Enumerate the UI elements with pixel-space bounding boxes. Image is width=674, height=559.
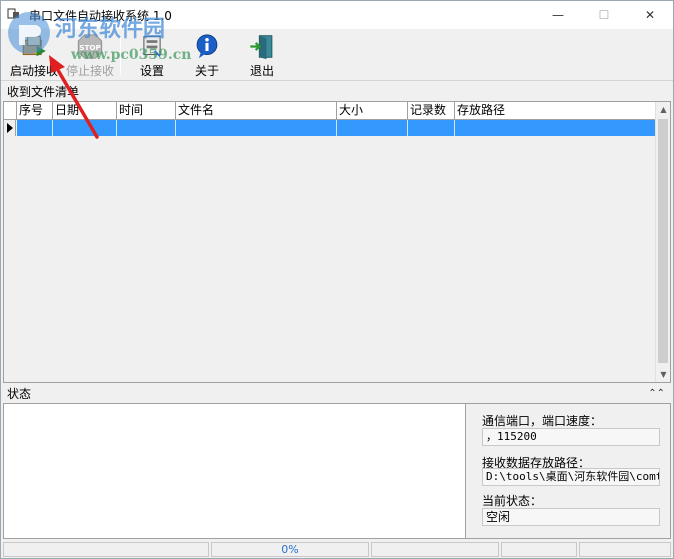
table-cell[interactable] xyxy=(53,120,117,136)
svg-text:STOP: STOP xyxy=(79,43,100,52)
state-label: 当前状态： xyxy=(482,494,543,508)
file-list-title: 收到文件清单 xyxy=(3,83,671,101)
stop-receive-label: 停止接收 xyxy=(65,64,114,78)
progress-pane: 0% xyxy=(211,542,369,557)
table-cell[interactable] xyxy=(17,120,53,136)
status-panel: 通信端口，端口速度： ，115200 接收数据存放路径： D:\tools\桌面… xyxy=(3,403,671,539)
close-button[interactable]: ✕ xyxy=(627,1,673,29)
column-header[interactable]: 日期 xyxy=(53,102,117,120)
status-pane xyxy=(371,542,499,557)
start-receive-label: 启动接收 xyxy=(9,64,58,78)
info-icon xyxy=(196,34,218,59)
exit-icon xyxy=(250,35,273,60)
column-header[interactable]: 序号 xyxy=(17,102,53,120)
column-header[interactable]: 存放路径 xyxy=(455,102,656,120)
status-pane xyxy=(501,542,577,557)
column-header[interactable]: 时间 xyxy=(117,102,176,120)
double-chevron-up-icon[interactable]: ⌃⌃ xyxy=(648,388,665,399)
status-pane xyxy=(579,542,671,557)
maximize-button[interactable]: ☐ xyxy=(581,1,627,29)
vertical-scrollbar[interactable]: ▲ ▼ xyxy=(655,102,670,382)
state-value: 空闲 xyxy=(482,508,660,526)
table-cell[interactable] xyxy=(117,120,176,136)
app-icon xyxy=(7,8,19,19)
close-icon: ✕ xyxy=(644,8,656,22)
start-receive-icon xyxy=(22,36,46,57)
exit-label: 退出 xyxy=(249,64,274,78)
stop-icon: STOP xyxy=(77,34,103,59)
port-value: ，115200 xyxy=(482,428,660,446)
start-receive-button[interactable]: 启动接收 xyxy=(5,31,63,79)
table-cell[interactable] xyxy=(455,120,656,136)
scroll-thumb[interactable] xyxy=(658,119,668,363)
toolbar: 启动接收 STOP 停止接收 设置 关于 退出 xyxy=(1,29,673,81)
scroll-up-icon[interactable]: ▲ xyxy=(656,102,671,117)
settings-icon xyxy=(143,36,161,58)
exit-button[interactable]: 退出 xyxy=(241,31,283,79)
row-indicator xyxy=(4,120,16,136)
settings-label: 设置 xyxy=(139,64,164,78)
status-bar: 0% xyxy=(1,541,673,558)
title-bar[interactable]: 串口文件自动接收系统 1.0 — ☐ ✕ xyxy=(1,1,673,29)
status-title: 状态 xyxy=(3,385,671,403)
about-label: 关于 xyxy=(194,64,219,78)
minimize-icon: — xyxy=(552,8,564,22)
settings-button[interactable]: 设置 xyxy=(131,31,173,79)
minimize-button[interactable]: — xyxy=(535,1,581,29)
file-list-grid[interactable]: 序号 日期 时间 文件名 大小 记录数 存放路径 ▲ ▼ xyxy=(3,101,671,383)
status-log[interactable] xyxy=(4,404,466,538)
grid-header: 序号 日期 时间 文件名 大小 记录数 存放路径 xyxy=(4,102,656,120)
column-header[interactable]: 记录数 xyxy=(408,102,455,120)
port-label: 通信端口，端口速度： xyxy=(482,414,603,428)
main-window: 串口文件自动接收系统 1.0 — ☐ ✕ 启动接收 STOP 停止接收 设置 关… xyxy=(0,0,674,559)
row-pointer-icon xyxy=(7,123,13,133)
column-header[interactable]: 文件名 xyxy=(176,102,337,120)
toolbar-separator xyxy=(120,35,121,75)
table-cell[interactable] xyxy=(176,120,337,136)
status-pane xyxy=(3,542,209,557)
progress-text: 0% xyxy=(281,543,299,556)
path-value: D:\tools\桌面\河东软件园\comtool xyxy=(482,468,660,486)
table-cell[interactable] xyxy=(337,120,408,136)
about-button[interactable]: 关于 xyxy=(187,31,227,79)
window-title: 串口文件自动接收系统 1.0 xyxy=(29,9,172,23)
stop-receive-button[interactable]: STOP 停止接收 xyxy=(63,31,117,79)
maximize-icon: ☐ xyxy=(598,8,610,22)
table-row[interactable] xyxy=(4,120,656,136)
grid-corner xyxy=(4,102,17,120)
column-header[interactable]: 大小 xyxy=(337,102,408,120)
scroll-down-icon[interactable]: ▼ xyxy=(656,367,671,382)
table-cell[interactable] xyxy=(408,120,455,136)
